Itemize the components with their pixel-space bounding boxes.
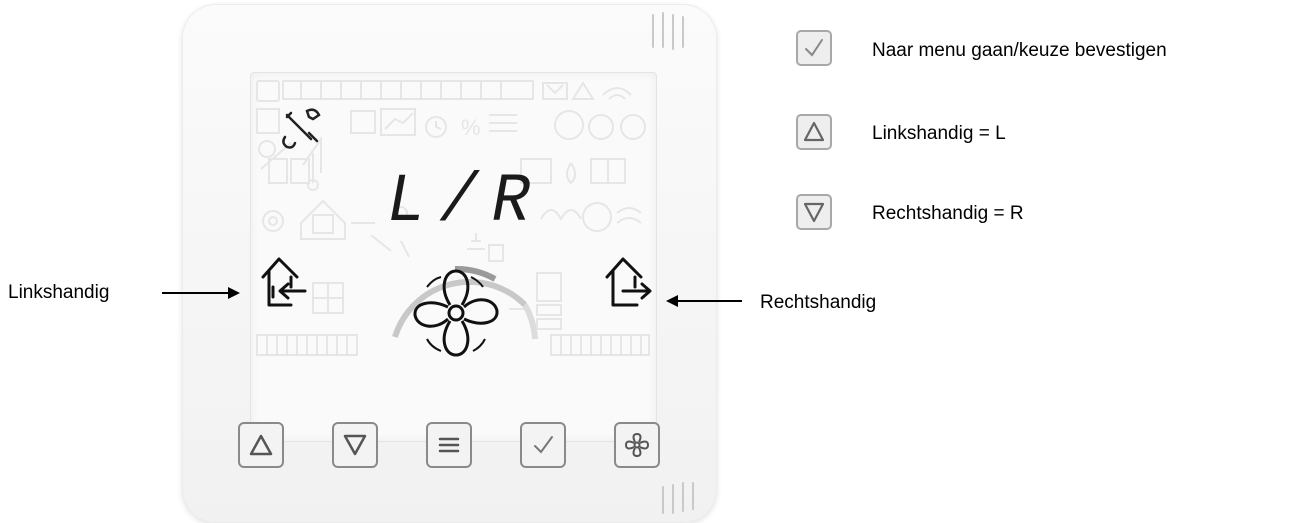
menu-icon xyxy=(438,437,460,453)
check-icon xyxy=(805,39,823,57)
svg-text:%: % xyxy=(461,115,481,140)
legend-key-down xyxy=(796,194,832,230)
house-left-arrow-icon xyxy=(261,257,307,307)
triangle-up-icon xyxy=(249,434,273,456)
legend-key-up xyxy=(796,114,832,150)
check-icon xyxy=(534,436,553,454)
lcd-segments: % L/R xyxy=(256,80,652,357)
legend-text-confirm: Naar menu gaan/keuze bevestigen xyxy=(872,40,1167,61)
lcd-display: % L/R xyxy=(250,72,657,442)
triangle-down-icon xyxy=(343,434,367,456)
settings-tools-icon xyxy=(282,108,321,149)
left-callout-arrow xyxy=(162,287,240,299)
legend-key-confirm xyxy=(796,30,832,66)
vent-slot xyxy=(692,482,694,510)
up-button[interactable] xyxy=(238,422,284,468)
house-right-arrow-icon xyxy=(605,257,652,307)
confirm-button[interactable] xyxy=(520,422,566,468)
vent-slot xyxy=(652,14,654,48)
vent-slot xyxy=(672,484,674,514)
fan-button[interactable] xyxy=(614,422,660,468)
triangle-up-icon xyxy=(803,121,825,142)
legend-text-up: Linkshandig = L xyxy=(872,123,1006,144)
vent-slot xyxy=(682,482,684,512)
left-callout-label: Linkshandig xyxy=(8,282,110,303)
vent-slot xyxy=(662,12,664,48)
triangle-down-icon xyxy=(803,202,825,223)
legend-text-down: Rechtshandig = R xyxy=(872,203,1024,224)
vent-slot xyxy=(672,14,674,50)
fan-icon xyxy=(625,433,649,457)
vent-slot xyxy=(682,16,684,48)
menu-button[interactable] xyxy=(426,422,472,468)
right-callout-arrow xyxy=(666,295,742,307)
vent-slot xyxy=(662,486,664,514)
right-callout-label: Rechtshandig xyxy=(760,292,877,313)
down-button[interactable] xyxy=(332,422,378,468)
mode-readout: L/R xyxy=(387,163,544,241)
